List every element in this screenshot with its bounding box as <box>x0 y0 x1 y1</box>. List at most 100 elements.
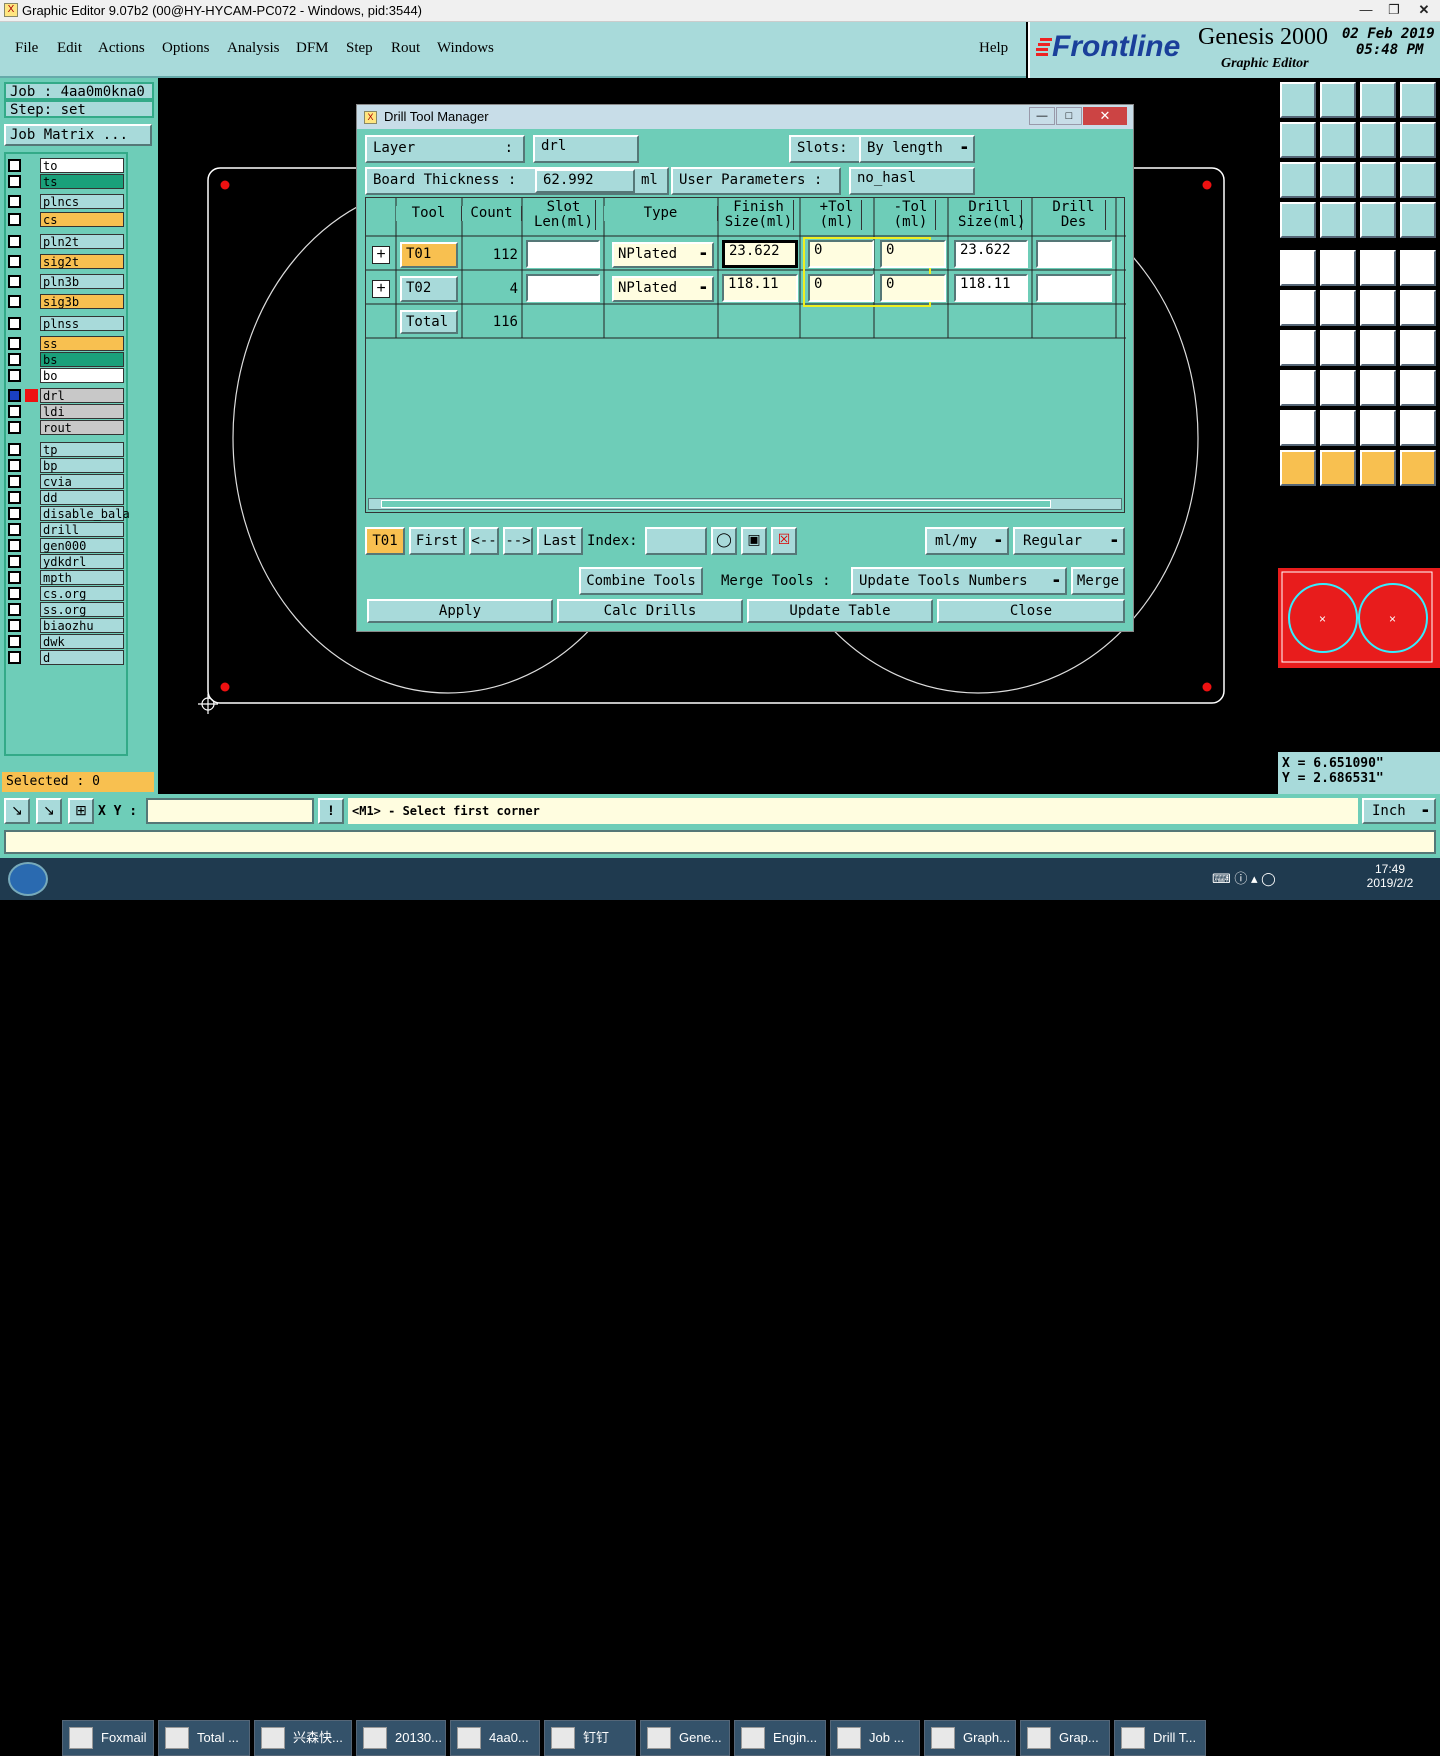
taskbar-item[interactable]: 钉钉 <box>544 1720 636 1756</box>
layer-tp[interactable]: tp <box>8 442 124 457</box>
layer-red-icon[interactable] <box>1360 202 1396 238</box>
layer-name[interactable]: rout <box>40 420 124 435</box>
bulb-icon[interactable]: ◯ <box>711 527 737 555</box>
tool-t01-button[interactable]: T01 <box>400 242 458 268</box>
layer-drill[interactable]: drill <box>8 522 124 537</box>
layer-checkbox[interactable] <box>8 555 21 568</box>
cross-icon[interactable] <box>1320 290 1356 326</box>
layer-ydkdrl[interactable]: ydkdrl <box>8 554 124 569</box>
layer-gen000[interactable]: gen000 <box>8 538 124 553</box>
taskbar-item[interactable]: Graph... <box>924 1720 1016 1756</box>
layer-name[interactable]: drl <box>40 388 124 403</box>
minus-tol-t01[interactable]: 0 <box>880 240 946 268</box>
layer-bs[interactable]: bs <box>8 352 124 367</box>
layer-name[interactable]: dwk <box>40 634 124 649</box>
layer-rout[interactable]: rout <box>8 420 124 435</box>
job-matrix-button[interactable]: Job Matrix ... <box>4 124 152 146</box>
combine-tools-button[interactable]: Combine Tools <box>579 567 703 595</box>
layer-ss-org[interactable]: ss.org <box>8 602 124 617</box>
layer-name[interactable]: d <box>40 650 124 665</box>
layer-biaozhu[interactable]: biaozhu <box>8 618 124 633</box>
layer-name[interactable]: drill <box>40 522 124 537</box>
layer-name[interactable]: disable_bala <box>40 506 130 521</box>
layer-name[interactable]: pln3b <box>40 274 124 289</box>
user-params-value[interactable]: no_hasl <box>849 167 975 195</box>
layer-name[interactable]: mpth <box>40 570 124 585</box>
dialog-minimize-icon[interactable]: — <box>1029 107 1055 125</box>
layer-drl[interactable]: drl <box>8 388 124 403</box>
xy-input[interactable] <box>146 798 314 824</box>
layer-checkbox[interactable] <box>8 475 21 488</box>
layer-cs-org[interactable]: cs.org <box>8 586 124 601</box>
plus-tol-t01[interactable]: 0 <box>808 240 874 268</box>
arch-icon[interactable] <box>1360 410 1396 446</box>
grid-view-icon[interactable] <box>1320 202 1356 238</box>
layer-checkbox[interactable] <box>8 443 21 456</box>
minus-icon[interactable] <box>1320 370 1356 406</box>
dot-icon[interactable] <box>1400 250 1436 286</box>
table-scrollbar[interactable] <box>368 498 1122 510</box>
triangle-icon[interactable] <box>1280 410 1316 446</box>
taskbar-item[interactable]: 4aa0... <box>450 1720 540 1756</box>
taskbar-item[interactable]: Drill T... <box>1114 1720 1206 1756</box>
layer-name[interactable]: plncs <box>40 194 124 209</box>
peak-icon[interactable] <box>1320 410 1356 446</box>
line-red-icon[interactable] <box>1360 290 1396 326</box>
layer-sig2t[interactable]: sig2t <box>8 254 124 269</box>
index-input[interactable] <box>645 527 707 555</box>
circle-select-icon[interactable] <box>1280 250 1316 286</box>
layer-dwk[interactable]: dwk <box>8 634 124 649</box>
layer-name[interactable]: cvia <box>40 474 124 489</box>
alert-icon[interactable]: ! <box>318 798 344 824</box>
menu-step[interactable]: Step <box>346 40 373 57</box>
layer-checkbox[interactable] <box>8 571 21 584</box>
right-panel-icon[interactable] <box>1320 122 1356 158</box>
image-icon[interactable]: ▣ <box>741 527 767 555</box>
taskbar-item[interactable]: Job ... <box>830 1720 920 1756</box>
apply-button[interactable]: Apply <box>367 599 553 623</box>
measure-icon[interactable]: ↘ <box>36 798 62 824</box>
dim-icon[interactable] <box>1360 370 1396 406</box>
taskbar-item[interactable]: Gene... <box>640 1720 730 1756</box>
layer-checkbox[interactable] <box>8 159 21 172</box>
update-table-button[interactable]: Update Table <box>747 599 933 623</box>
minus-tol-t02[interactable]: 0 <box>880 274 946 302</box>
layer-name[interactable]: to <box>40 158 124 173</box>
group-icon[interactable] <box>1400 370 1436 406</box>
slots-dropdown[interactable]: By length ▬ <box>859 135 975 163</box>
menu-help[interactable]: Help <box>979 40 1008 57</box>
layer-checkbox[interactable] <box>8 459 21 472</box>
taskbar-item[interactable]: Total ... <box>158 1720 250 1756</box>
pointer-icon[interactable] <box>1280 450 1316 486</box>
clock[interactable]: 17:49 2019/2/2 <box>1360 862 1420 890</box>
layer-plnss[interactable]: plnss <box>8 316 124 331</box>
layer-name[interactable]: plnss <box>40 316 124 331</box>
menu-edit[interactable]: Edit <box>57 40 82 57</box>
layer-pln2t[interactable]: pln2t <box>8 234 124 249</box>
layer-checkbox[interactable] <box>8 523 21 536</box>
taskbar-item[interactable]: 兴森快... <box>254 1720 352 1756</box>
menu-analysis[interactable]: Analysis <box>227 40 280 57</box>
finish-size-t02[interactable]: 118.11 <box>722 274 798 302</box>
calc-drills-button[interactable]: Calc Drills <box>557 599 743 623</box>
layer-name[interactable]: pln2t <box>40 234 124 249</box>
grid-icon[interactable]: ⊞ <box>68 798 94 824</box>
layer-bp[interactable]: bp <box>8 458 124 473</box>
scale-icon[interactable] <box>1360 162 1396 198</box>
tool-t02-button[interactable]: T02 <box>400 276 458 302</box>
flip-icon[interactable] <box>1400 330 1436 366</box>
line-red2-icon[interactable] <box>1400 290 1436 326</box>
layer-name[interactable]: cs <box>40 212 124 227</box>
layer-red2-icon[interactable] <box>1400 202 1436 238</box>
layer-checkbox[interactable] <box>8 635 21 648</box>
layer-name[interactable]: bs <box>40 352 124 367</box>
layer-name[interactable]: ldi <box>40 404 124 419</box>
layer-checkbox[interactable] <box>8 507 21 520</box>
pointer-route-icon[interactable] <box>1400 450 1436 486</box>
units-selector[interactable]: Inch ▬ <box>1362 798 1436 824</box>
menu-actions[interactable]: Actions <box>98 40 145 57</box>
layer-value-field[interactable]: drl <box>533 135 639 163</box>
drill-size-t02[interactable]: 118.11 <box>954 274 1028 302</box>
taskbar-item[interactable]: Grap... <box>1020 1720 1110 1756</box>
pointer-box-icon[interactable] <box>1320 450 1356 486</box>
